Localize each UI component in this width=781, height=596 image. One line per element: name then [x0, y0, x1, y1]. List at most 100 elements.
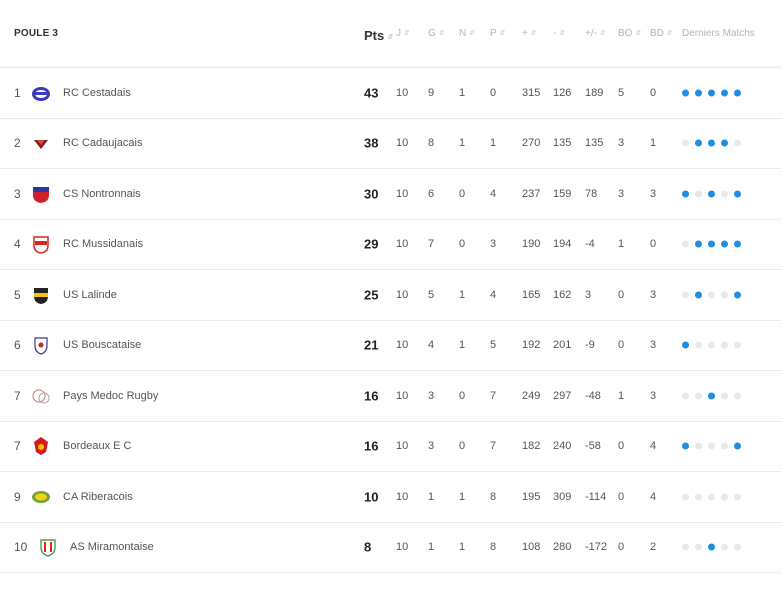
played: 10 [396, 86, 409, 99]
drawn: 0 [459, 440, 466, 453]
table-row[interactable]: 5 US Lalinde 25 10 5 1 4 165 162 3 0 3 [0, 270, 781, 321]
match-result-dot[interactable] [695, 240, 702, 248]
col-pts[interactable]: Pts ⇵ [364, 28, 393, 43]
team-name[interactable]: CS Nontronnais [63, 188, 141, 200]
match-result-dot[interactable] [734, 139, 741, 147]
match-result-dot[interactable] [682, 190, 689, 198]
match-result-dot[interactable] [721, 139, 728, 147]
points-for: 190 [522, 238, 541, 251]
match-result-dot[interactable] [734, 442, 741, 450]
points-against: 126 [553, 86, 572, 99]
match-result-dot[interactable] [708, 240, 715, 248]
match-result-dot[interactable] [734, 291, 741, 299]
col-plus[interactable]: + ⇵ [522, 28, 537, 39]
match-result-dot[interactable] [721, 291, 728, 299]
col-bd[interactable]: BD ⇵ [650, 28, 673, 39]
table-row[interactable]: 10 AS Miramontaise 8 10 1 1 8 108 280 -172 0 2 [0, 523, 781, 573]
match-result-dot[interactable] [734, 493, 741, 501]
match-result-dot[interactable] [708, 543, 715, 551]
table-row[interactable]: 6 US Bouscataise 21 10 4 1 5 192 201 -9 0 3 [0, 321, 781, 371]
match-result-dot[interactable] [734, 190, 741, 198]
table-row[interactable]: 7 Pays Medoc Rugby 16 10 3 0 7 249 297 -48 1 3 [0, 371, 781, 422]
played: 10 [396, 541, 409, 554]
match-result-dot[interactable] [721, 341, 728, 349]
match-result-dot[interactable] [721, 190, 728, 198]
played: 10 [396, 389, 409, 402]
match-result-dot[interactable] [721, 89, 728, 97]
col-g[interactable]: G ⇵ [428, 28, 445, 39]
col-bo[interactable]: BO ⇵ [618, 28, 641, 39]
match-result-dot[interactable] [682, 493, 689, 501]
table-row[interactable]: 9 CA Riberacois 10 10 1 1 8 195 309 -114 0 4 [0, 472, 781, 523]
team-name[interactable]: Bordeaux E C [63, 440, 131, 452]
offensive-bonus: 0 [618, 339, 625, 352]
match-result-dot[interactable] [734, 392, 741, 400]
match-result-dot[interactable] [695, 493, 702, 501]
match-result-dot[interactable] [695, 392, 702, 400]
table-row[interactable]: 4 RC Mussidanais 29 10 7 0 3 190 194 -4 1 0 [0, 220, 781, 270]
col-minus[interactable]: - ⇵ [553, 28, 565, 39]
match-result-dot[interactable] [734, 89, 741, 97]
col-diff[interactable]: +/- ⇵ [585, 28, 606, 39]
won: 1 [428, 541, 435, 554]
team-name[interactable]: RC Mussidanais [63, 238, 143, 250]
match-result-dot[interactable] [682, 392, 689, 400]
match-result-dot[interactable] [695, 190, 702, 198]
table-row[interactable]: 1 RC Cestadais 43 10 9 1 0 315 126 189 5 0 [0, 68, 781, 119]
match-result-dot[interactable] [695, 291, 702, 299]
drawn: 1 [459, 339, 466, 352]
col-p[interactable]: P ⇵ [490, 28, 506, 39]
match-result-dot[interactable] [721, 442, 728, 450]
team-name[interactable]: CA Riberacois [63, 491, 133, 503]
rank: 9 [14, 489, 21, 504]
match-result-dot[interactable] [708, 493, 715, 501]
points: 43 [364, 85, 379, 101]
points-against: 309 [553, 490, 572, 503]
match-result-dot[interactable] [682, 442, 689, 450]
played: 10 [396, 339, 409, 352]
played: 10 [396, 137, 409, 150]
match-result-dot[interactable] [708, 341, 715, 349]
team-name[interactable]: AS Miramontaise [70, 541, 154, 553]
team-name[interactable]: RC Cestadais [63, 87, 131, 99]
defensive-bonus: 1 [650, 137, 657, 150]
match-result-dot[interactable] [734, 341, 741, 349]
match-result-dot[interactable] [695, 543, 702, 551]
team-name[interactable]: US Lalinde [63, 289, 117, 301]
table-row[interactable]: 2 RC Cadaujacais 38 10 8 1 1 270 135 135 3 1 [0, 119, 781, 169]
offensive-bonus: 0 [618, 440, 625, 453]
match-result-dot[interactable] [695, 89, 702, 97]
team-name[interactable]: Pays Medoc Rugby [63, 390, 158, 402]
points-against: 280 [553, 541, 572, 554]
match-result-dot[interactable] [708, 89, 715, 97]
team-name[interactable]: RC Cadaujacais [63, 137, 142, 149]
match-result-dot[interactable] [695, 139, 702, 147]
match-result-dot[interactable] [721, 392, 728, 400]
points: 8 [364, 539, 372, 555]
match-result-dot[interactable] [695, 341, 702, 349]
points-diff: 3 [585, 288, 592, 301]
col-j[interactable]: J ⇵ [396, 28, 410, 39]
match-result-dot[interactable] [682, 240, 689, 248]
table-row[interactable]: 3 CS Nontronnais 30 10 6 0 4 237 159 78 3 3 [0, 169, 781, 220]
match-result-dot[interactable] [708, 139, 715, 147]
match-result-dot[interactable] [734, 240, 741, 248]
match-result-dot[interactable] [695, 442, 702, 450]
last-matches [682, 190, 741, 198]
match-result-dot[interactable] [708, 190, 715, 198]
match-result-dot[interactable] [708, 442, 715, 450]
table-row[interactable]: 7 Bordeaux E C 16 10 3 0 7 182 240 -58 0 4 [0, 422, 781, 472]
team-name[interactable]: US Bouscataise [63, 339, 141, 351]
match-result-dot[interactable] [682, 341, 689, 349]
match-result-dot[interactable] [708, 291, 715, 299]
match-result-dot[interactable] [682, 543, 689, 551]
match-result-dot[interactable] [721, 543, 728, 551]
match-result-dot[interactable] [721, 493, 728, 501]
col-n[interactable]: N ⇵ [459, 28, 475, 39]
match-result-dot[interactable] [708, 392, 715, 400]
match-result-dot[interactable] [721, 240, 728, 248]
match-result-dot[interactable] [682, 139, 689, 147]
match-result-dot[interactable] [734, 543, 741, 551]
match-result-dot[interactable] [682, 89, 689, 97]
match-result-dot[interactable] [682, 291, 689, 299]
